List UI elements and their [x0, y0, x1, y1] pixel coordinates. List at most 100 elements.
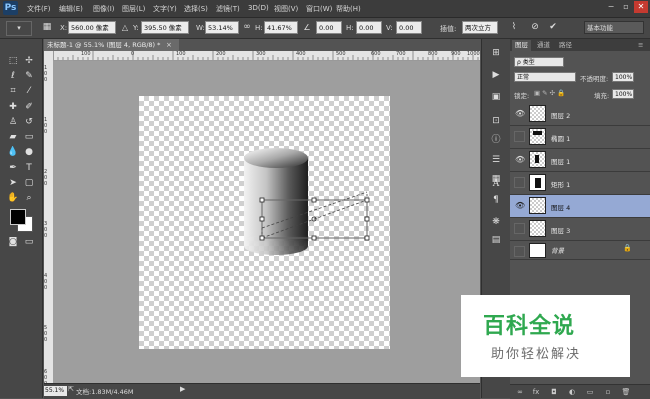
pen-tool-icon[interactable]: ✒ [6, 162, 20, 175]
tool-preset-picker[interactable]: ▾ [6, 21, 32, 36]
actions-play-icon[interactable]: ▶ [489, 69, 503, 82]
history-brush-icon[interactable]: ↺ [22, 116, 36, 129]
document-tab[interactable]: 未标题-1 @ 55.1% (图层 4, RGB/8) * [44, 39, 179, 51]
workspace-select[interactable]: 基本功能 [584, 21, 644, 34]
visibility-eye-icon[interactable]: 👁 [515, 201, 525, 210]
path-select-icon[interactable]: ➤ [6, 177, 20, 190]
height-field[interactable]: 41.67% [264, 21, 298, 34]
blend-mode-select[interactable]: 正常 [514, 72, 576, 82]
menu-edit[interactable]: 编辑(E) [59, 4, 83, 14]
adjustment-layer-icon[interactable]: ◐ [566, 387, 578, 397]
y-field[interactable]: 395.50 像素 [141, 21, 189, 34]
menu-type[interactable]: 文字(Y) [153, 4, 177, 14]
restore-icon[interactable]: ▫ [619, 1, 633, 13]
opacity-field[interactable]: 100% [612, 72, 634, 82]
link-layers-icon[interactable]: ∞ [514, 387, 526, 397]
visibility-toggle-empty[interactable] [514, 223, 525, 234]
zoom-tool-icon[interactable]: ⌕ [22, 192, 36, 205]
shape-tool-icon[interactable]: ▢ [22, 177, 36, 190]
tab-channels[interactable]: 通道 [534, 40, 553, 51]
visibility-eye-icon[interactable]: 👁 [515, 155, 525, 164]
healing-brush-icon[interactable]: ✚ [6, 101, 20, 114]
properties-icon[interactable]: ⊡ [489, 115, 503, 128]
menu-help[interactable]: 帮助(H) [336, 4, 361, 14]
tab-layers[interactable]: 图层 [512, 40, 531, 51]
layer-style-icon[interactable]: fx [530, 387, 542, 397]
status-menu-arrow[interactable]: ▶ [180, 385, 185, 393]
link-icon[interactable]: ∞ [240, 21, 254, 34]
x-field[interactable]: 560.00 像素 [68, 21, 116, 34]
warp-icon[interactable]: ⌇ [507, 21, 521, 34]
minimize-icon[interactable]: − [604, 1, 618, 13]
layer-name: 图层 4 [551, 204, 571, 212]
eyedropper-tool-icon[interactable]: ⁄ [22, 85, 36, 98]
menu-view[interactable]: 视图(V) [274, 4, 298, 14]
brush-tool-icon[interactable]: ✐ [22, 101, 36, 114]
menu-layer[interactable]: 图层(L) [122, 4, 145, 14]
layer-row[interactable]: 矩形 1 [510, 172, 650, 195]
character-panel-icon[interactable]: A [489, 178, 503, 191]
menu-window[interactable]: 窗口(W) [306, 4, 332, 14]
3d-panel-icon[interactable]: ❋ [489, 216, 503, 229]
menu-file[interactable]: 文件(F) [27, 4, 51, 14]
sliders-icon[interactable]: ☰ [489, 154, 503, 167]
new-layer-icon[interactable]: ▫ [602, 387, 614, 397]
layer-row[interactable]: 👁 图层 1 [510, 149, 650, 172]
add-mask-icon[interactable]: ◘ [548, 387, 560, 397]
layer-row[interactable]: 👁 图层 2 [510, 103, 650, 126]
screen-mode-icon[interactable]: ▭ [22, 236, 36, 249]
adjustments-icon[interactable]: ▣ [489, 91, 503, 104]
history-panel-icon[interactable]: ⊞ [489, 47, 503, 60]
zoom-field[interactable]: 55.1% [44, 386, 67, 396]
panel-menu-icon[interactable]: ≡ [635, 40, 646, 51]
blur-tool-icon[interactable]: 💧 [6, 146, 20, 159]
delete-layer-icon[interactable]: 🗑 [620, 387, 632, 397]
width-field[interactable]: 53.14% [205, 21, 239, 34]
type-tool-icon[interactable]: T [22, 162, 36, 175]
menu-image[interactable]: 图像(I) [93, 4, 115, 14]
share-icon[interactable]: ⇱ [68, 385, 74, 393]
paragraph-panel-icon[interactable]: ¶ [489, 194, 503, 207]
dodge-tool-icon[interactable]: ● [22, 146, 36, 159]
fill-field[interactable]: 100% [612, 89, 634, 99]
lasso-tool-icon[interactable]: ℓ [6, 70, 20, 83]
gradient-tool-icon[interactable]: ▭ [22, 131, 36, 144]
menu-3d[interactable]: 3D(D) [248, 4, 269, 12]
visibility-toggle-empty[interactable] [514, 131, 525, 142]
cancel-transform-icon[interactable]: ⊘ [528, 21, 542, 34]
layer-filter-select[interactable]: ρ 类型 [514, 57, 564, 67]
stamp-tool-icon[interactable]: ♙ [6, 116, 20, 129]
move-tool-icon[interactable]: ✢ [22, 55, 36, 68]
visibility-toggle-empty[interactable] [514, 177, 525, 188]
relative-position-icon[interactable]: △ [118, 21, 132, 34]
quick-mask-icon[interactable]: ◙ [6, 236, 20, 249]
horizontal-ruler[interactable]: 100 0 100 200 300 400 500 600 700 800 90… [53, 51, 480, 61]
reference-point-icon[interactable]: ▦ [40, 21, 54, 34]
interpolation-select[interactable]: 两次立方 [462, 21, 498, 34]
hand-tool-icon[interactable]: ✋ [6, 192, 20, 205]
lock-options-icon[interactable]: ▣✎✣🔒 [534, 89, 567, 97]
eraser-tool-icon[interactable]: ▰ [6, 131, 20, 144]
layer-comps-icon[interactable]: ▤ [489, 234, 503, 247]
menu-filter[interactable]: 滤镜(T) [216, 4, 240, 14]
layer-row-selected[interactable]: 👁 图层 4 [510, 195, 650, 218]
vskew-field[interactable]: 0.00 [396, 21, 422, 34]
marquee-tool-icon[interactable]: ⬚ [6, 55, 20, 68]
hskew-field[interactable]: 0.00 [356, 21, 382, 34]
tab-paths[interactable]: 路径 [556, 40, 575, 51]
info-icon[interactable]: ⓘ [489, 134, 503, 147]
quick-select-tool-icon[interactable]: ✎ [22, 70, 36, 83]
angle-field[interactable]: 0.00 [316, 21, 342, 34]
close-tab-icon[interactable]: × [166, 39, 176, 51]
close-icon[interactable]: ✕ [634, 1, 648, 13]
visibility-eye-icon[interactable]: 👁 [515, 109, 525, 118]
commit-transform-icon[interactable]: ✔ [546, 21, 560, 34]
layer-row[interactable]: 图层 3 [510, 218, 650, 241]
document-canvas[interactable] [139, 96, 390, 349]
layer-row[interactable]: 背景 🔒 [510, 241, 650, 260]
layer-row[interactable]: 椭圆 1 [510, 126, 650, 149]
menu-select[interactable]: 选择(S) [184, 4, 208, 14]
group-icon[interactable]: ▭ [584, 387, 596, 397]
crop-tool-icon[interactable]: ⌗ [6, 85, 20, 98]
visibility-toggle-empty[interactable] [514, 246, 525, 257]
